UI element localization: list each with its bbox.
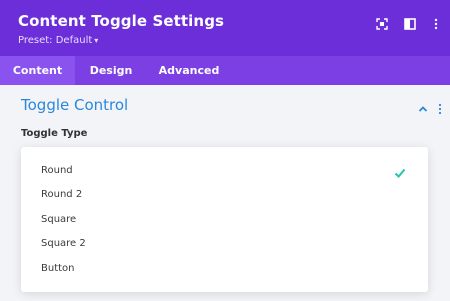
tab-design[interactable]: Design (78, 56, 144, 85)
preset-label: Preset: Default (18, 35, 93, 46)
option-round-2[interactable]: Round 2 (21, 183, 428, 207)
tab-content[interactable]: Content (0, 56, 75, 85)
option-label: Square 2 (41, 238, 86, 249)
tab-bar: Content Design Advanced (0, 56, 450, 85)
fullscreen-icon[interactable] (376, 15, 388, 30)
more-vertical-icon[interactable] (430, 15, 442, 30)
tab-advanced[interactable]: Advanced (152, 56, 226, 85)
preset-selector[interactable]: Preset: Default ▾ (18, 35, 98, 46)
option-square-2[interactable]: Square 2 (21, 232, 428, 256)
modal-title: Content Toggle Settings (18, 12, 225, 30)
section-title[interactable]: Toggle Control (21, 96, 128, 114)
option-label: Button (41, 263, 75, 274)
check-icon (394, 165, 406, 178)
option-square[interactable]: Square (21, 208, 428, 232)
chevron-up-icon[interactable] (417, 100, 429, 112)
option-button[interactable]: Button (21, 257, 428, 281)
settings-panel: Toggle Control Toggle Type Round Round 2… (0, 85, 450, 301)
option-round[interactable]: Round (21, 159, 428, 183)
toggle-type-dropdown[interactable]: Round Round 2 Square Square 2 Button (21, 147, 428, 292)
caret-down-icon: ▾ (94, 36, 99, 45)
sidebar-layout-icon[interactable] (404, 15, 416, 30)
option-label: Square (41, 214, 77, 225)
modal-header: Content Toggle Settings Preset: Default ▾ (0, 0, 450, 56)
toggle-type-label: Toggle Type (21, 128, 88, 139)
option-label: Round 2 (41, 189, 83, 200)
section-more-icon[interactable] (434, 100, 446, 115)
option-label: Round (41, 165, 73, 176)
